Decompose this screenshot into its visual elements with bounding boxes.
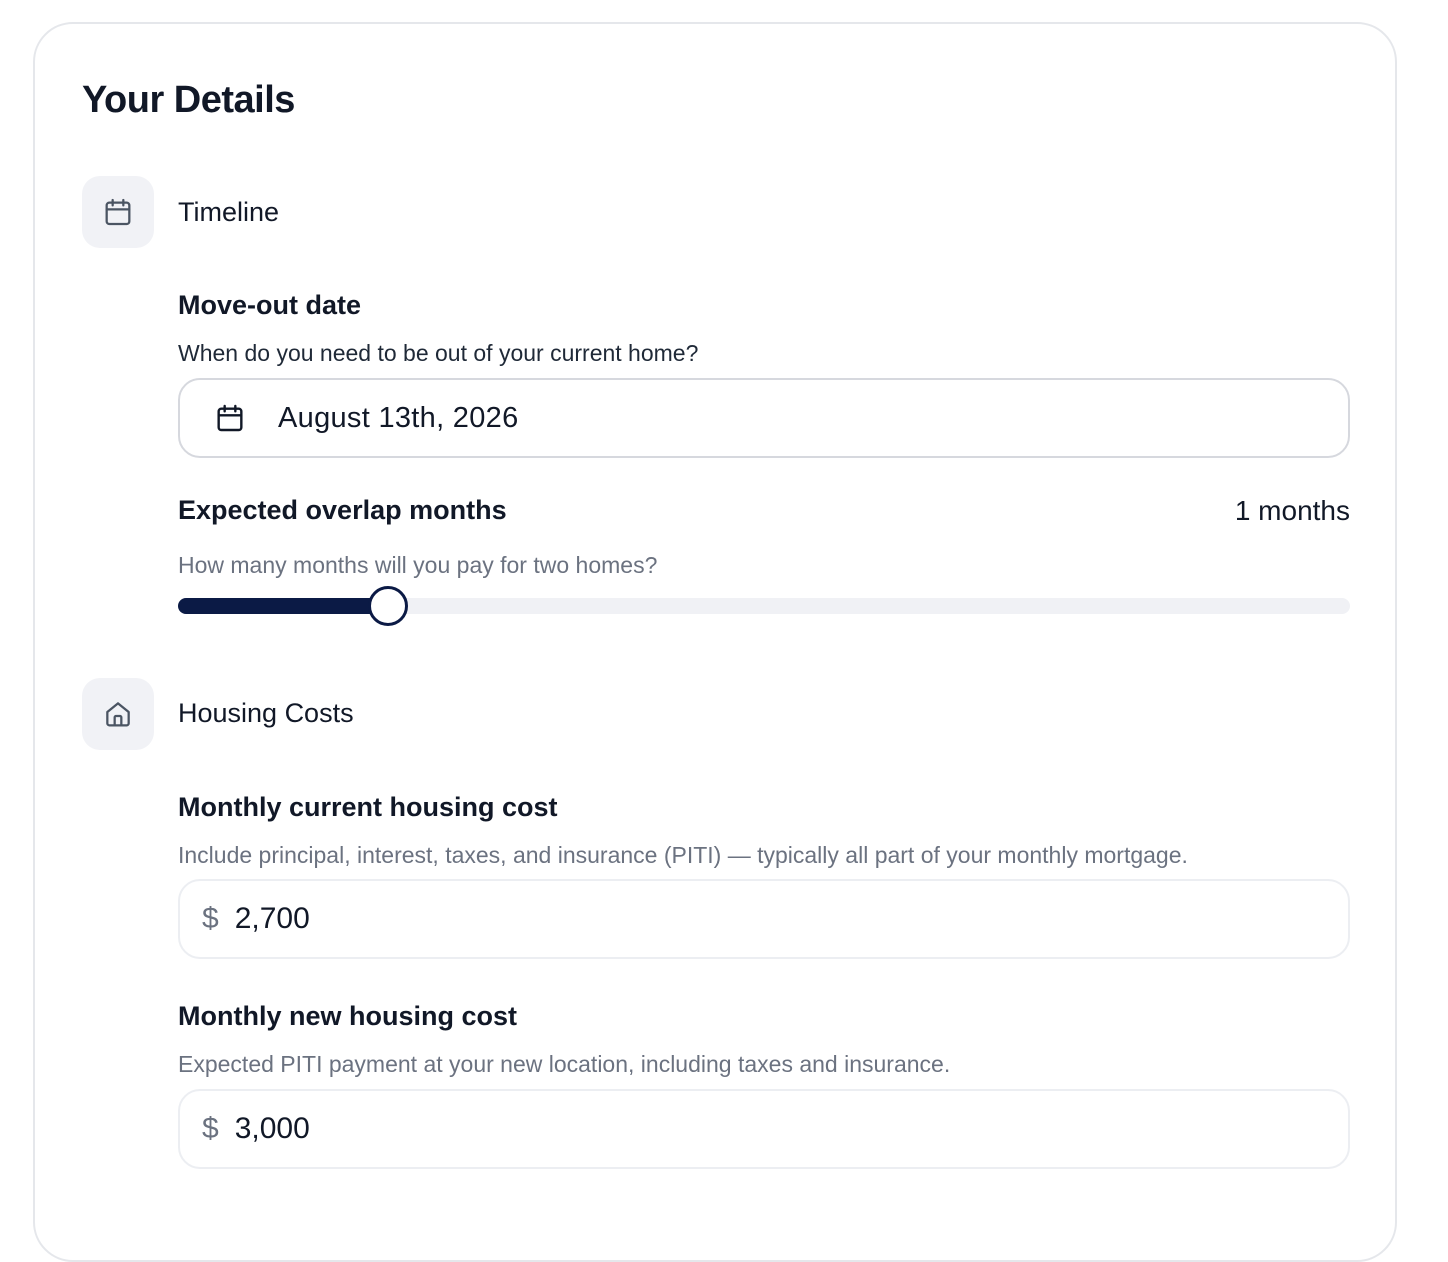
- overlap-months-help: How many months will you pay for two hom…: [178, 552, 658, 578]
- calendar-icon: [105, 198, 131, 226]
- current-housing-cost-label: Monthly current housing cost: [178, 792, 558, 822]
- new-housing-cost-help: Expected PITI payment at your new locati…: [178, 1051, 951, 1077]
- currency-symbol: $: [202, 1112, 219, 1145]
- overlap-months-value: 1 months: [1234, 495, 1350, 526]
- new-housing-cost-field[interactable]: $ 3,000: [178, 1089, 1350, 1169]
- overlap-months-slider[interactable]: [178, 586, 1350, 626]
- move-out-date-help: When do you need to be out of your curre…: [178, 340, 699, 366]
- overlap-months-label: Expected overlap months: [178, 495, 507, 525]
- slider-fill: [178, 598, 388, 614]
- housing-section-title: Housing Costs: [178, 698, 354, 728]
- timeline-section-title: Timeline: [178, 197, 280, 227]
- new-housing-cost-value[interactable]: 3,000: [235, 1112, 1235, 1146]
- housing-section-icon: [82, 678, 154, 750]
- home-icon: [106, 702, 130, 727]
- move-out-date-picker[interactable]: August 13th, 2026: [178, 378, 1350, 458]
- timeline-section-icon: [82, 176, 154, 248]
- card-title: Your Details: [82, 79, 295, 121]
- currency-symbol: $: [202, 902, 219, 935]
- current-housing-cost-value[interactable]: 2,700: [235, 902, 1235, 936]
- move-out-date-value: August 13th, 2026: [278, 401, 519, 434]
- calendar-icon: [214, 402, 246, 434]
- slider-thumb[interactable]: [367, 586, 408, 626]
- current-housing-cost-field[interactable]: $ 2,700: [178, 879, 1350, 959]
- current-housing-cost-help: Include principal, interest, taxes, and …: [178, 842, 1188, 868]
- move-out-date-label: Move-out date: [178, 290, 362, 320]
- new-housing-cost-label: Monthly new housing cost: [178, 1001, 517, 1031]
